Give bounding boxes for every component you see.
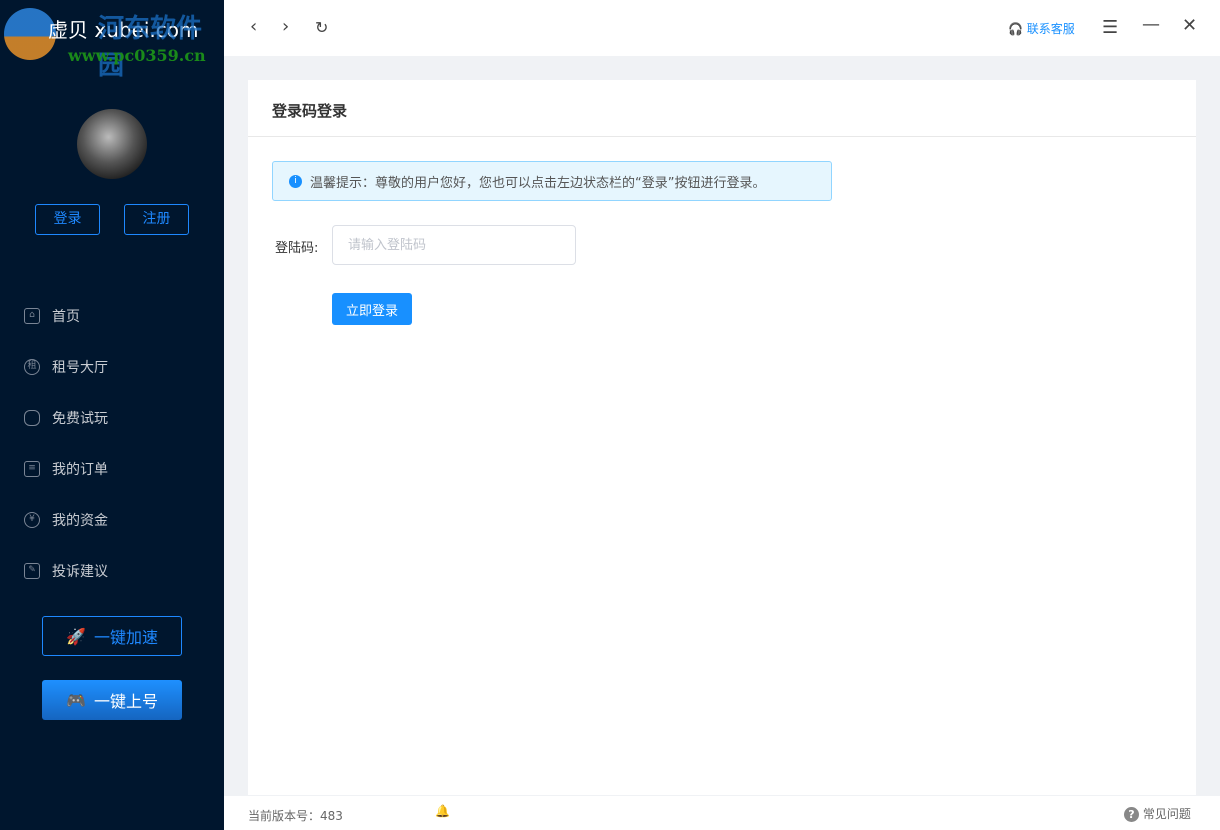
bell-icon[interactable]: 🔔 [435,804,450,818]
rocket-icon: 🚀 [66,626,86,646]
help-icon: ? [1124,807,1139,822]
gamepad-icon: 🎮 [66,690,86,710]
quick-login-button[interactable]: 🎮 一键上号 [42,680,182,720]
headset-icon: 🎧 [1008,22,1023,36]
home-icon: ⌂ [24,307,40,324]
submit-login-button[interactable]: 立即登录 [332,293,412,325]
avatar[interactable] [77,109,147,179]
watermark-url: www.pc0359.cn [68,46,206,65]
watermark: 河东软件园 [98,14,203,81]
login-panel: 登录码登录 i 温馨提示：尊敬的用户您好，您也可以点击左边状态栏的“登录”按钮进行… [248,80,1196,795]
sidebar-item-trial[interactable]: 免费试玩 [0,392,224,443]
close-icon[interactable]: ✕ [1182,15,1197,36]
login-button[interactable]: 登录 [35,204,100,235]
forward-icon[interactable]: › [282,16,289,37]
register-button[interactable]: 注册 [124,204,189,235]
faq-link[interactable]: ? 常见问题 [1124,805,1191,822]
login-code-label: 登陆码: [275,241,319,256]
sidebar-item-home[interactable]: ⌂ 首页 [0,290,224,341]
sidebar-nav: ⌂ 首页 租租号大厅 免费试玩 ≡ 我的订单 ¥ 我的资金 ✎ 投诉建议 [0,290,224,596]
sidebar-item-funds[interactable]: ¥ 我的资金 [0,494,224,545]
support-link[interactable]: 🎧 联系客服 [1008,20,1075,37]
topbar: ‹ › ↻ 🎧 联系客服 ☰ — ✕ [224,0,1220,56]
gamepad-icon [24,409,40,426]
status-bar: 当前版本号：483 🔔 ? 常见问题 [224,796,1220,830]
back-icon[interactable]: ‹ [250,16,257,37]
login-code-input[interactable] [332,225,576,265]
info-icon: i [289,174,302,188]
version-text: 当前版本号：483 [248,809,343,823]
sidebar-item-orders[interactable]: ≡ 我的订单 [0,443,224,494]
menu-icon[interactable]: ☰ [1102,17,1118,38]
tip-alert: i 温馨提示：尊敬的用户您好，您也可以点击左边状态栏的“登录”按钮进行登录。 [272,161,832,201]
minimize-icon[interactable]: — [1142,14,1160,35]
money-bag-icon: ¥ [24,511,40,528]
sidebar: 虚贝 xubei.com 河东软件园 www.pc0359.cn 登录 注册 ⌂… [0,0,224,830]
speed-up-button[interactable]: 🚀 一键加速 [42,616,182,656]
order-icon: ≡ [24,460,40,477]
sidebar-item-rent[interactable]: 租租号大厅 [0,341,224,392]
edit-icon: ✎ [24,562,40,579]
refresh-icon[interactable]: ↻ [315,18,328,37]
sidebar-item-feedback[interactable]: ✎ 投诉建议 [0,545,224,596]
page-title: 登录码登录 [248,80,1196,137]
rent-icon: 租 [24,358,40,375]
